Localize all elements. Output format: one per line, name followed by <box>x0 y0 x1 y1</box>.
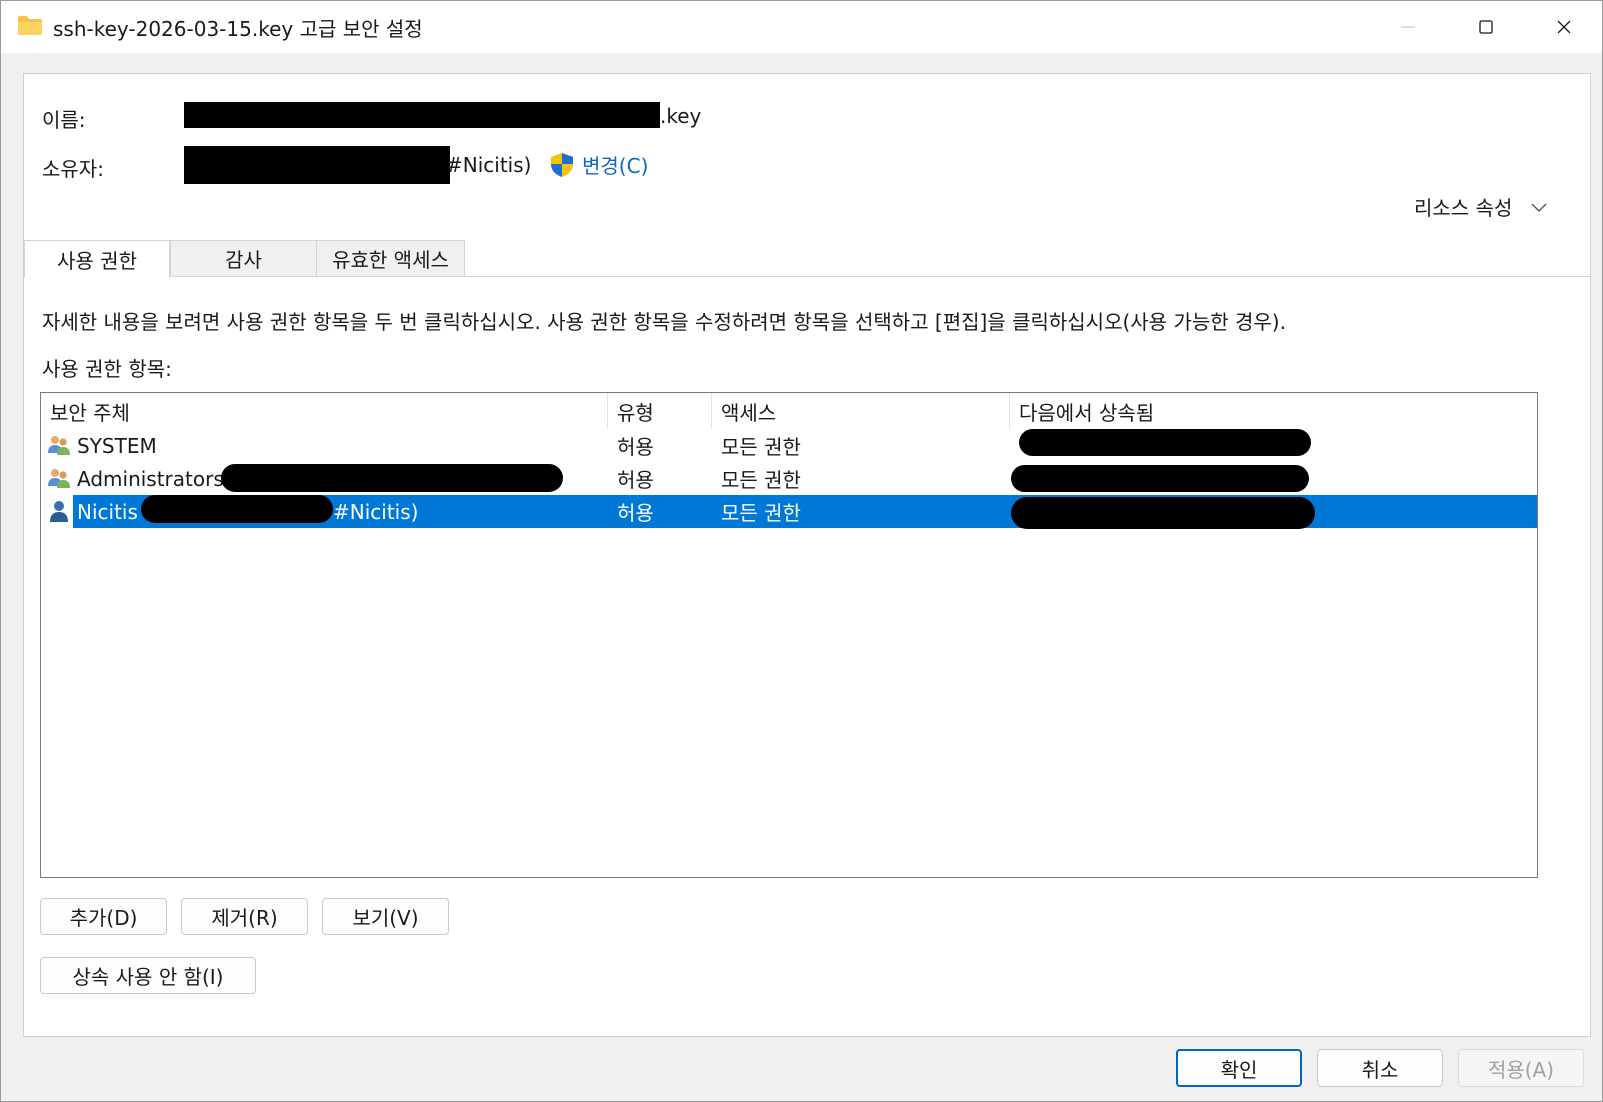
redacted-principal <box>141 495 333 523</box>
minimize-button[interactable] <box>1369 1 1447 53</box>
maximize-icon <box>1479 20 1493 34</box>
folder-icon <box>18 16 42 35</box>
chevron-down-icon <box>1531 203 1547 212</box>
user-icon <box>50 501 68 522</box>
cancel-button[interactable]: 취소 <box>1317 1049 1443 1087</box>
row-principal: Administrators <box>77 466 224 491</box>
row-access: 모든 권한 <box>721 435 801 459</box>
row-type: 허용 <box>617 468 654 492</box>
uac-shield-icon <box>551 152 573 177</box>
column-access[interactable]: 액세스 <box>712 393 1010 429</box>
tab-auditing[interactable]: 감사 <box>170 240 317 277</box>
group-users-icon <box>48 436 70 455</box>
table-row[interactable]: Administrators 허용 모든 권한 <box>41 462 1537 495</box>
close-icon <box>1557 20 1571 34</box>
redacted-inherited <box>1011 465 1309 492</box>
redacted-principal <box>221 464 563 492</box>
table-row-selected[interactable]: Nicitis ( #Nicitis) 허용 모든 권한 <box>41 495 1537 529</box>
disable-inheritance-button[interactable]: 상속 사용 안 함(I) <box>40 957 256 994</box>
row-access: 모든 권한 <box>721 468 801 492</box>
redacted-inherited <box>1019 429 1311 456</box>
list-header: 보안 주체 유형 액세스 다음에서 상속됨 <box>41 393 1537 429</box>
resource-properties-toggle[interactable]: 리소스 속성 <box>1414 192 1548 221</box>
owner-value-suffix: #Nicitis) <box>446 153 532 177</box>
tab-permissions[interactable]: 사용 권한 <box>24 240 170 278</box>
advanced-security-settings-window: ssh-key-2026-03-15.key 고급 보안 설정 이름: .key… <box>0 0 1603 1102</box>
row-access: 모든 권한 <box>721 501 801 525</box>
redacted-owner <box>184 146 450 184</box>
window-title: ssh-key-2026-03-15.key 고급 보안 설정 <box>53 17 423 41</box>
add-button[interactable]: 추가(D) <box>40 898 167 935</box>
maximize-button[interactable] <box>1447 1 1525 53</box>
remove-button[interactable]: 제거(R) <box>181 898 308 935</box>
row-principal-suffix: #Nicitis) <box>333 499 419 524</box>
ok-button[interactable]: 확인 <box>1176 1049 1302 1087</box>
column-principal[interactable]: 보안 주체 <box>41 393 608 429</box>
view-button[interactable]: 보기(V) <box>322 898 449 935</box>
settings-panel: 이름: .key 소유자: #Nicitis) 변경(C) 리소스 속성 사용 … <box>23 73 1591 1037</box>
tab-effective-access[interactable]: 유효한 액세스 <box>316 240 465 277</box>
minimize-icon <box>1401 26 1415 28</box>
apply-button[interactable]: 적용(A) <box>1458 1049 1584 1087</box>
name-value-suffix: .key <box>660 104 702 128</box>
row-principal: SYSTEM <box>77 433 157 458</box>
name-label: 이름: <box>42 108 86 132</box>
resource-properties-label: 리소스 속성 <box>1414 196 1513 220</box>
redacted-name <box>184 102 660 128</box>
title-bar[interactable]: ssh-key-2026-03-15.key 고급 보안 설정 <box>1 1 1602 53</box>
redacted-inherited <box>1011 497 1315 529</box>
close-button[interactable] <box>1525 1 1603 53</box>
row-type: 허용 <box>617 501 654 525</box>
permission-entries-list[interactable]: 보안 주체 유형 액세스 다음에서 상속됨 SYSTEM 허용 모든 권한 Ad… <box>40 392 1538 878</box>
column-type[interactable]: 유형 <box>608 393 712 429</box>
owner-label: 소유자: <box>42 157 104 181</box>
group-users-icon <box>48 469 70 488</box>
table-row[interactable]: SYSTEM 허용 모든 권한 <box>41 429 1537 462</box>
column-inherited-from[interactable]: 다음에서 상속됨 <box>1010 393 1537 429</box>
change-link-label: 변경(C) <box>582 154 649 178</box>
change-owner-link[interactable]: 변경(C) <box>550 150 648 179</box>
permission-entries-label: 사용 권한 항목: <box>42 357 172 381</box>
row-type: 허용 <box>617 435 654 459</box>
instructions-text: 자세한 내용을 보려면 사용 권한 항목을 두 번 클릭하십시오. 사용 권한 … <box>42 310 1286 334</box>
